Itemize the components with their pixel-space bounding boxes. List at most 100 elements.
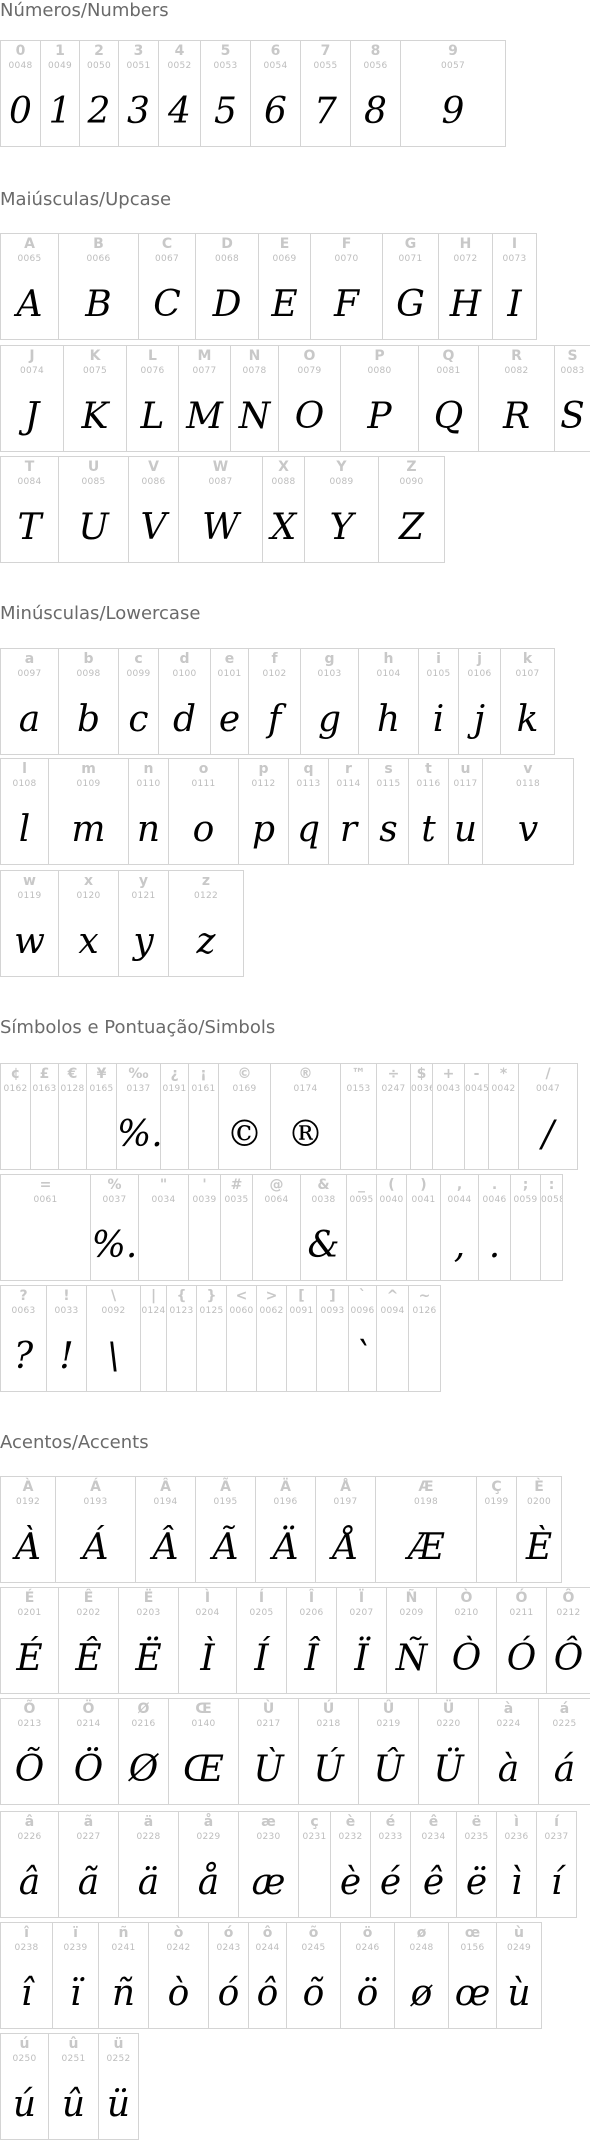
glyph-code-label: 0122 (193, 891, 219, 901)
glyph-character-label: r (345, 761, 352, 777)
glyph-sample: Ô (553, 1638, 584, 1679)
glyph-code-label: 0053 (213, 61, 238, 71)
glyph-code-label: 0070 (334, 254, 359, 264)
glyph-code-label: 0117 (453, 779, 478, 789)
glyph-cell: <0060 (226, 1285, 257, 1392)
glyph-character-label: ê (428, 1814, 439, 1830)
glyph-character-label: Ô (562, 1590, 575, 1606)
glyph-code-label: 0194 (153, 1497, 178, 1507)
glyph-sample: Ø (128, 1749, 159, 1790)
glyph-sample: è (339, 1862, 362, 1903)
glyph-sample: Y (329, 507, 354, 548)
glyph-cell: M 0077 M (178, 345, 231, 452)
glyph-character-label: á (559, 1701, 570, 1717)
glyph-character-label: ç (310, 1814, 319, 1830)
glyph-character-label: 8 (370, 43, 381, 59)
glyph-cell: à 0224 à (478, 1698, 539, 1805)
glyph-cell: Ù 0217 Ù (238, 1698, 299, 1805)
glyph-character-label: d (179, 651, 190, 667)
glyph-sample: j (473, 699, 486, 740)
glyph-sample: c (128, 699, 149, 740)
glyph-sample: ù (507, 1973, 531, 2014)
glyph-character-label: H (459, 236, 472, 252)
glyph-cell: b 0098 b (58, 648, 119, 755)
glyph-character-label: { (176, 1288, 187, 1304)
glyph-cell: Ç 0199 (476, 1476, 517, 1583)
glyph-character-label: € (67, 1066, 78, 1082)
glyph-sample: ø (410, 1973, 433, 2014)
glyph-sample: Ë (135, 1638, 162, 1679)
glyph-character-label: 3 (133, 43, 144, 59)
glyph-code-label: 0228 (136, 1832, 161, 1842)
glyph-sample: T (17, 507, 42, 548)
glyph-code-label: 0243 (216, 1943, 241, 1953)
glyph-code-label: 0080 (367, 366, 392, 376)
glyph-cell: Ô 0212 Ô (546, 1587, 590, 1694)
glyph-character-label: x (83, 873, 94, 889)
glyph-cell: €0128 (58, 1063, 87, 1170)
glyph-code-label: 0199 (484, 1497, 509, 1507)
glyph-cell: [0091 (286, 1285, 317, 1392)
glyph-cell: À 0192 À (0, 1476, 56, 1583)
glyph-cell: & 0038 & (300, 1174, 347, 1281)
glyph-character-label: Ê (83, 1590, 94, 1606)
glyph-code-label: 0246 (355, 1943, 380, 1953)
glyph-code-label: 0082 (504, 366, 529, 376)
glyph-code-label: 0234 (421, 1832, 446, 1842)
glyph-sample: í (550, 1862, 563, 1903)
section-title: Maiúsculas/Upcase (0, 189, 172, 210)
glyph-sample: N (238, 396, 271, 437)
glyph-cell: | 0124 (140, 1285, 167, 1392)
glyph-character-label: E (279, 236, 290, 252)
glyph-code-label: 0192 (15, 1497, 41, 1507)
glyph-code-label: 0104 (376, 669, 401, 679)
glyph-character-label: ¡ (200, 1066, 207, 1082)
glyph-code-label: 0116 (416, 779, 441, 789)
glyph-sample: ä (137, 1862, 160, 1903)
glyph-character-label: M (197, 348, 212, 364)
glyph-sample: 3 (127, 91, 150, 132)
glyph-character-label: ¥ (96, 1066, 107, 1082)
glyph-sample: 6 (264, 91, 287, 132)
glyph-code-label: 0064 (264, 1195, 289, 1205)
glyph-code-label: 0108 (12, 779, 37, 789)
glyph-cell: H 0072 H (438, 233, 493, 340)
glyph-sample: ì (510, 1862, 523, 1903)
glyph-character-label: l (22, 761, 27, 777)
glyph-code-label: 0242 (166, 1943, 191, 1953)
glyph-code-label: 0216 (131, 1719, 156, 1729)
glyph-code-label: 0207 (349, 1608, 374, 1618)
glyph-cell: f 0102 f (248, 648, 301, 755)
glyph-cell: ~0126 (408, 1285, 441, 1392)
glyph-cell: 9 0057 9 (400, 40, 506, 147)
glyph-code-label: 0063 (11, 1306, 36, 1316)
glyph-sample (257, 1327, 286, 1387)
glyph-cell: Z 0090 Z (378, 456, 445, 563)
glyph-character-label: / (545, 1066, 551, 1082)
glyph-character-label: ; (522, 1177, 529, 1193)
glyph-sample (407, 1216, 440, 1276)
glyph-code-label: 0235 (464, 1832, 489, 1842)
glyph-character-label: Q (442, 348, 455, 364)
glyph-character-label: " (159, 1177, 168, 1193)
glyph-sample (541, 1216, 562, 1276)
glyph-code-label: 0073 (502, 254, 527, 264)
glyph-code-label: 0196 (273, 1497, 298, 1507)
glyph-cell: á 0225 á (538, 1698, 590, 1805)
glyph-character-label: B (93, 236, 104, 252)
glyph-code-label: 0200 (526, 1497, 552, 1507)
glyph-cell: - 0045 (464, 1063, 489, 1170)
glyph-code-label: 0068 (214, 254, 240, 264)
glyph-code-label: 0038 (311, 1195, 336, 1205)
glyph-code-label: 0219 (376, 1719, 401, 1729)
glyph-code-label: 0202 (76, 1608, 101, 1618)
glyph-sample: \ (107, 1336, 120, 1377)
glyph-cell: U 0085 U (58, 456, 129, 563)
glyph-cell: å 0229 å (178, 1811, 239, 1918)
glyph-character-label: è (345, 1814, 356, 1830)
glyph-code-label: 0174 (293, 1084, 318, 1094)
glyph-code-label: 0241 (111, 1943, 136, 1953)
glyph-character-label: _ (358, 1177, 365, 1193)
glyph-code-label: 0252 (106, 2054, 131, 2064)
glyph-code-label: 0079 (297, 366, 322, 376)
